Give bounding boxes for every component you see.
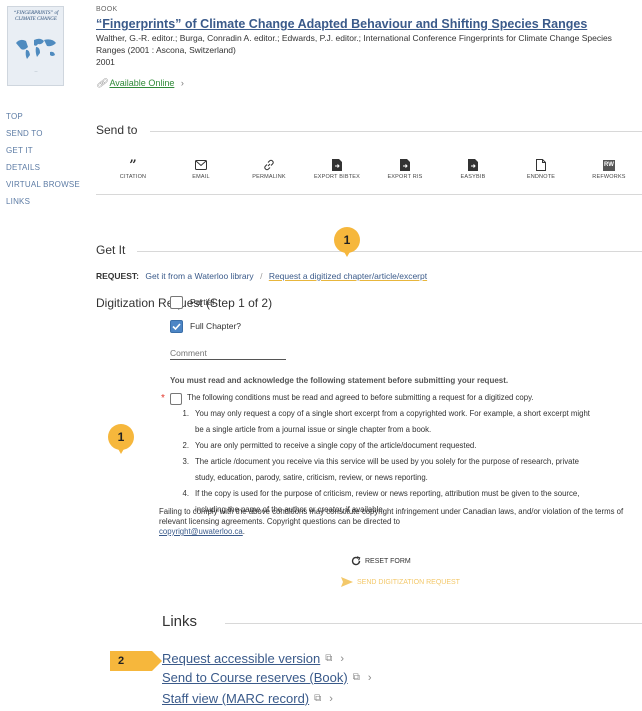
copyright-email-link[interactable]: copyright@uwaterloo.ca <box>159 527 243 536</box>
action-label: REFWORKS <box>592 174 626 180</box>
send-icon <box>341 577 353 587</box>
world-map-icon <box>16 38 56 59</box>
action-export-ris[interactable]: EXPORT RIS <box>372 159 438 180</box>
chevron-right-icon: › <box>329 692 333 705</box>
partial-checkbox[interactable] <box>170 296 183 309</box>
full-chapter-checkbox[interactable] <box>170 320 183 333</box>
action-label: EXPORT RIS <box>387 174 423 180</box>
record-year: 2001 <box>96 57 115 67</box>
refworks-icon: RW <box>603 159 615 171</box>
send-to-heading: Send to <box>96 123 138 137</box>
annotation-marker-1: 1 <box>334 227 360 257</box>
divider <box>150 131 642 132</box>
book-cover-thumbnail[interactable]: “FINGERPRINTS” of CLIMATE CHANGE — <box>7 6 64 86</box>
terms-intro: The following conditions must be read an… <box>187 393 534 402</box>
copyright-warning: Failing to comply with the above conditi… <box>159 507 624 536</box>
request-label: REQUEST: <box>96 271 139 281</box>
external-link-icon: ⧉ <box>352 672 360 683</box>
send-digitization-request-button[interactable]: SEND DIGITIZATION REQUEST <box>341 577 460 587</box>
get-it-heading: Get It <box>96 243 126 257</box>
record-type: BOOK <box>96 6 118 13</box>
availability-link[interactable]: 🔗︎ Available Online › <box>96 78 184 89</box>
annotation-marker-1: 1 <box>108 424 134 454</box>
divider <box>96 194 642 195</box>
refresh-icon <box>351 556 361 566</box>
comment-input[interactable] <box>170 346 286 360</box>
action-permalink[interactable]: PERMALINK <box>236 159 302 180</box>
external-link-icon: ⧉ <box>314 693 322 704</box>
staff-view-link[interactable]: Staff view (MARC record) ⧉ › <box>162 691 333 706</box>
reset-form-button[interactable]: RESET FORM <box>351 556 411 566</box>
term-item: 1. You may only request a copy of a singl… <box>182 409 590 418</box>
quote-icon: ” <box>129 157 137 173</box>
file-export-icon <box>400 159 410 171</box>
request-accessible-version-link[interactable]: Request accessible version ⧉ › <box>162 651 344 666</box>
term-item-continued: study, education, parody, satire, critic… <box>195 473 428 482</box>
nav-item-details[interactable]: DETAILS <box>6 159 90 176</box>
checkmark-icon <box>172 323 181 331</box>
chevron-right-icon: › <box>180 78 184 88</box>
request-options: REQUEST: Get it from a Waterloo library … <box>96 271 427 281</box>
term-item-continued: be a single article from a journal issue… <box>195 425 432 434</box>
action-easybib[interactable]: EASYBIB <box>440 159 506 180</box>
link-icon <box>264 159 274 171</box>
external-link-icon: ⧉ <box>325 653 333 664</box>
chevron-right-icon: › <box>340 652 345 665</box>
action-label: EMAIL <box>192 174 210 180</box>
action-email[interactable]: EMAIL <box>168 159 234 180</box>
record-authors: Walther, G.-R. editor.; Burga, Conradin … <box>96 33 612 55</box>
required-asterisk: * <box>161 393 165 404</box>
link-icon: 🔗︎ <box>96 78 108 88</box>
annotation-marker-2: 2 <box>110 651 162 671</box>
availability-label: Available Online <box>109 78 175 88</box>
nav-item-get-it[interactable]: GET IT <box>6 142 90 159</box>
nav-item-top[interactable]: TOP <box>6 108 90 125</box>
send-to-actions: ” CITATION EMAIL PERMALINK EXPORT BIBTEX… <box>100 157 642 181</box>
file-export-icon <box>332 159 342 171</box>
nav-item-virtual-browse[interactable]: VIRTUAL BROWSE <box>6 176 90 193</box>
action-label: EASYBIB <box>460 174 486 180</box>
digitization-heading: Digitization Request (Step 1 of 2) <box>96 296 273 310</box>
agree-terms-checkbox[interactable] <box>170 393 182 405</box>
section-nav: TOP SEND TO GET IT DETAILS VIRTUAL BROWS… <box>6 108 90 210</box>
action-endnote[interactable]: ENDNOTE <box>508 159 574 180</box>
action-refworks[interactable]: RW REFWORKS <box>576 159 642 180</box>
cover-publisher-text: — <box>34 69 38 73</box>
nav-item-send-to[interactable]: SEND TO <box>6 125 90 142</box>
terms-list: 1. You may only request a copy of a singl… <box>177 406 642 518</box>
action-citation[interactable]: ” CITATION <box>100 157 166 181</box>
term-item: 2. You are only permitted to receive a si… <box>182 441 477 450</box>
partial-label: Partial <box>190 297 215 307</box>
links-heading: Links <box>162 613 198 630</box>
acknowledge-instruction: You must read and acknowledge the follow… <box>170 376 509 385</box>
term-item: 3. The article /document you receive via … <box>182 457 579 466</box>
file-export-icon <box>468 159 478 171</box>
action-label: ENDNOTE <box>526 174 556 180</box>
full-chapter-label: Full Chapter? <box>190 321 242 331</box>
record-title-link[interactable]: “Fingerprints” of Climate Change Adapted… <box>96 17 636 31</box>
action-export-bibtex[interactable]: EXPORT BIBTEX <box>304 159 370 180</box>
action-label: EXPORT BIBTEX <box>313 174 361 180</box>
document-icon <box>536 159 546 171</box>
nav-item-links[interactable]: LINKS <box>6 193 90 210</box>
course-reserves-link[interactable]: Send to Course reserves (Book) ⧉ › <box>162 670 372 685</box>
get-from-library-link[interactable]: Get it from a Waterloo library <box>145 271 253 281</box>
separator: / <box>260 271 263 281</box>
chevron-right-icon: › <box>367 671 372 684</box>
action-label: CITATION <box>119 174 147 180</box>
divider <box>225 623 642 624</box>
cover-title: “FINGERPRINTS” of CLIMATE CHANGE <box>13 11 59 22</box>
term-item: 4. If the copy is used for the purpose of… <box>182 489 580 498</box>
request-digitized-link[interactable]: Request a digitized chapter/article/exce… <box>269 271 427 281</box>
divider <box>137 251 642 252</box>
envelope-icon <box>195 160 207 170</box>
action-label: PERMALINK <box>252 174 286 180</box>
